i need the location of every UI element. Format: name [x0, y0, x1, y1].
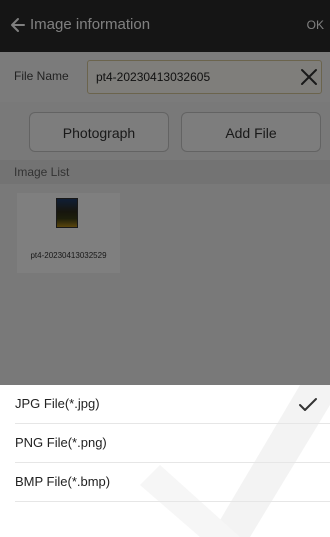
option-png[interactable]: PNG File(*.png)	[0, 424, 330, 462]
option-jpg[interactable]: JPG File(*.jpg)	[0, 385, 330, 423]
option-png-label: PNG File(*.png)	[15, 435, 107, 450]
modal-backdrop[interactable]	[0, 0, 330, 385]
option-bmp[interactable]: BMP File(*.bmp)	[0, 463, 330, 501]
option-bmp-label: BMP File(*.bmp)	[15, 474, 111, 489]
divider	[15, 501, 330, 502]
checkmark-icon	[299, 398, 317, 411]
option-jpg-label: JPG File(*.jpg)	[15, 396, 100, 411]
file-type-sheet: JPG File(*.jpg) PNG File(*.png) BMP File…	[0, 385, 330, 537]
